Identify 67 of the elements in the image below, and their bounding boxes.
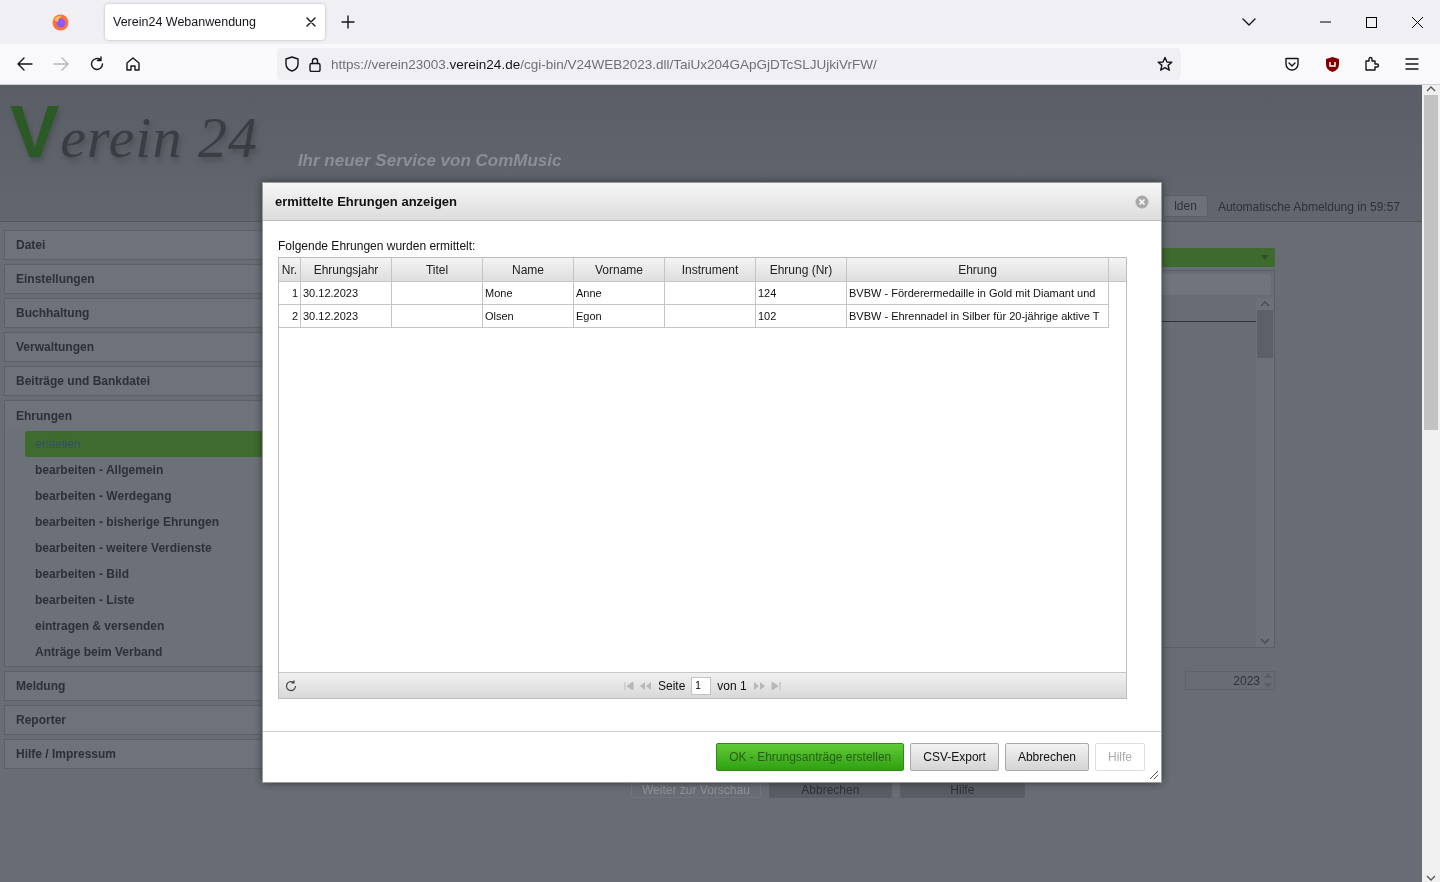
reload-icon[interactable]: [89, 56, 105, 72]
table-cell: Egon: [574, 305, 665, 328]
puzzle-icon[interactable]: [1364, 56, 1380, 72]
table-cell: 1: [279, 282, 301, 305]
url-bar[interactable]: https://verein23003.verein24.de/cgi-bin/V24WEB2023.dll/TaiUx204GApGjDTcSLJUjkiVrFW/: [277, 48, 1181, 80]
dialog-title: ermittelte Ehrungen anzeigen: [275, 194, 459, 209]
tab-title: Verein24 Webanwendung: [113, 15, 257, 29]
chevron-down-icon[interactable]: [1242, 18, 1256, 26]
column-header[interactable]: Ehrung (Nr): [756, 258, 847, 281]
url-text: https://verein23003.verein24.de/cgi-bin/V24WEB2023.dll/TaiUx204GApGjDTcSLJUjkiVrFW/: [331, 56, 878, 72]
logout-button[interactable]: lden: [1163, 195, 1208, 217]
browser-tab[interactable]: Verein24 Webanwendung: [105, 4, 325, 40]
shield-icon: [285, 56, 299, 72]
dialog-button[interactable]: OK - Ehrungsanträge erstellen: [716, 743, 905, 771]
refresh-icon[interactable]: [285, 679, 297, 692]
sidebar-item[interactable]: bearbeiten - Allgemein: [25, 457, 265, 483]
column-header[interactable]: Ehrungsjahr: [301, 258, 392, 281]
resize-grip-icon[interactable]: [1149, 770, 1159, 780]
sidebar-item[interactable]: eintragen & versenden: [25, 613, 265, 639]
maximize-icon[interactable]: [1365, 16, 1377, 28]
table-cell: Mone: [483, 282, 574, 305]
lock-icon: [309, 56, 321, 72]
table-cell: BVBW - Förderermedaille in Gold mit Diamant und: [847, 282, 1109, 305]
close-icon[interactable]: [1411, 16, 1423, 28]
chevron-down-icon[interactable]: [1426, 874, 1436, 882]
pocket-icon[interactable]: [1284, 56, 1300, 72]
table-cell: 2: [279, 305, 301, 328]
column-header[interactable]: Titel: [392, 258, 483, 281]
minimize-icon[interactable]: [1319, 21, 1331, 23]
sidebar-item[interactable]: bearbeiten - weitere Verdienste: [25, 535, 265, 561]
intro-text: Folgende Ehrungen wurden ermittelt:: [278, 239, 477, 253]
table-cell: 30.12.2023: [301, 282, 392, 305]
chevron-up-icon[interactable]: [1426, 85, 1436, 93]
table-cell: BVBW - Ehrennadel in Silber für 20-jährige aktive T: [847, 305, 1109, 328]
year-spinner[interactable]: 2023: [1185, 671, 1275, 690]
column-header[interactable]: Vorname: [574, 258, 665, 281]
dialog-button[interactable]: CSV-Export: [910, 743, 999, 771]
page-input[interactable]: 1: [691, 676, 712, 695]
page-count: von 1: [717, 678, 747, 693]
table-cell: Anne: [574, 282, 665, 305]
home-icon[interactable]: [125, 56, 141, 72]
page-label: Seite: [658, 678, 686, 693]
page-scrollbar[interactable]: [1422, 85, 1440, 882]
sidebar-item[interactable]: Anträge beim Verband: [25, 639, 265, 665]
table-cell: 124: [756, 282, 847, 305]
table-cell: 30.12.2023: [301, 305, 392, 328]
shield-icon[interactable]: [1324, 55, 1340, 73]
sidebar-item[interactable]: bearbeiten - bisherige Ehrungen: [25, 509, 265, 535]
star-icon[interactable]: [1157, 56, 1173, 72]
sidebar-item[interactable]: bearbeiten - Liste: [25, 587, 265, 613]
caret-icon: [1261, 255, 1269, 260]
back-arrow-icon[interactable]: [17, 57, 33, 71]
table-cell: 102: [756, 305, 847, 328]
column-header[interactable]: Name: [483, 258, 574, 281]
close-icon[interactable]: [305, 16, 317, 28]
scrollbar[interactable]: [1256, 298, 1274, 647]
table-cell: Olsen: [483, 305, 574, 328]
sidebar-item[interactable]: bearbeiten - Bild: [25, 561, 265, 587]
column-header[interactable]: Ehrung: [847, 258, 1109, 281]
firefox-icon[interactable]: [52, 13, 69, 31]
menu-icon[interactable]: [1405, 58, 1419, 70]
column-header[interactable]: Nr.: [279, 258, 301, 281]
scroll-thumb[interactable]: [1257, 310, 1273, 358]
plus-icon[interactable]: [341, 15, 355, 29]
column-header[interactable]: Instrument: [665, 258, 756, 281]
sidebar-item[interactable]: bearbeiten - Werdegang: [25, 483, 265, 509]
dialog-button[interactable]: Abbrechen: [1004, 743, 1089, 771]
